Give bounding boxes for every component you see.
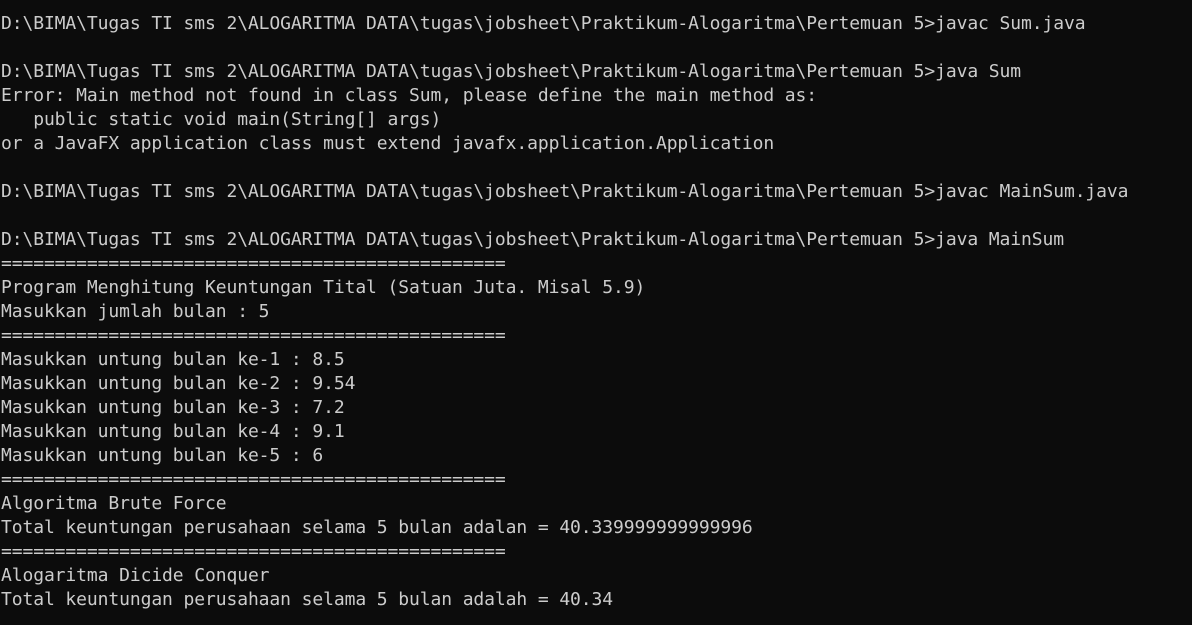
terminal-line: D:\BIMA\Tugas TI sms 2\ALOGARITMA DATA\t…	[1, 13, 1086, 34]
terminal-line: Total keuntungan perusahaan selama 5 bul…	[1, 517, 753, 538]
separator-line: ========================================…	[1, 325, 506, 346]
terminal-line: D:\BIMA\Tugas TI sms 2\ALOGARITMA DATA\t…	[1, 229, 1064, 250]
terminal-line: Program Menghitung Keuntungan Tital (Sat…	[1, 277, 646, 298]
terminal-line: Total keuntungan perusahaan selama 5 bul…	[1, 589, 614, 610]
separator-line: ========================================…	[1, 253, 506, 274]
terminal-line: Masukkan untung bulan ke-5 : 6	[1, 445, 324, 466]
terminal-output[interactable]: D:\BIMA\Tugas TI sms 2\ALOGARITMA DATA\t…	[0, 0, 1192, 625]
separator-line: ========================================…	[1, 469, 506, 490]
terminal-line: Algoritma Brute Force	[1, 493, 227, 514]
terminal-line: Masukkan untung bulan ke-3 : 7.2	[1, 397, 345, 418]
terminal-line: public static void main(String[] args)	[1, 109, 442, 130]
separator-line: ========================================…	[1, 541, 506, 562]
terminal-line: D:\BIMA\Tugas TI sms 2\ALOGARITMA DATA\t…	[1, 181, 1129, 202]
terminal-line: Masukkan untung bulan ke-2 : 9.54	[1, 373, 356, 394]
terminal-line: Masukkan jumlah bulan : 5	[1, 301, 270, 322]
terminal-line: Error: Main method not found in class Su…	[1, 85, 818, 106]
terminal-line: Alogaritma Dicide Conquer	[1, 565, 270, 586]
terminal-line: Masukkan untung bulan ke-4 : 9.1	[1, 421, 345, 442]
terminal-line: Masukkan untung bulan ke-1 : 8.5	[1, 349, 345, 370]
terminal-line: D:\BIMA\Tugas TI sms 2\ALOGARITMA DATA\t…	[1, 61, 1022, 82]
terminal-line: or a JavaFX application class must exten…	[1, 133, 775, 154]
